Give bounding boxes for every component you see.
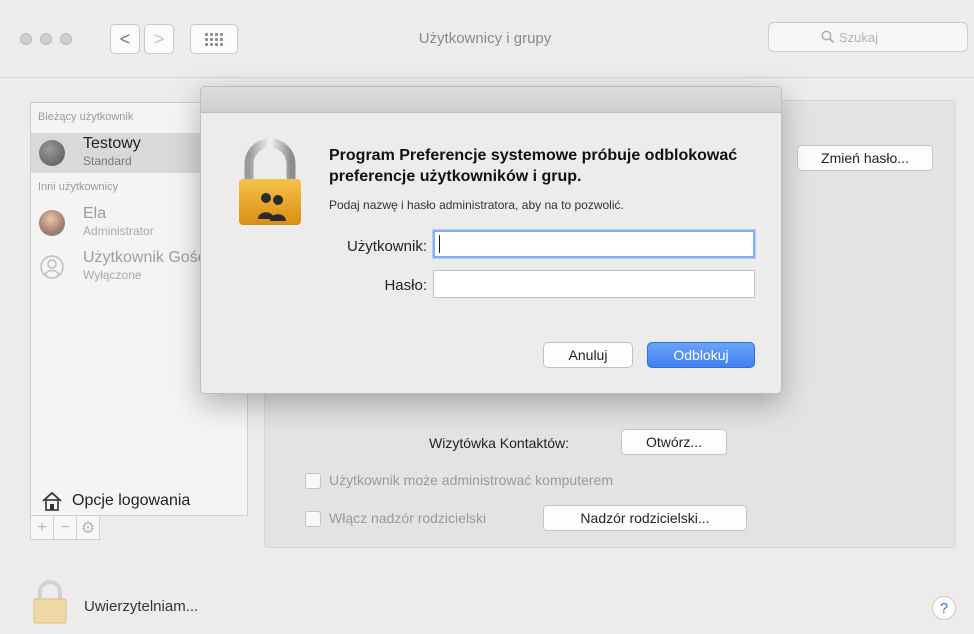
search-field[interactable]: Szukaj (768, 22, 968, 52)
user-name: Ela (83, 205, 107, 222)
sidebar-toolbar: + − ⚙ (30, 516, 100, 540)
contact-card-label: Wizytówka Kontaktów: (429, 435, 570, 451)
password-label: Hasło: (384, 277, 427, 294)
auth-status-text: Uwierzytelniam... (84, 598, 199, 615)
admin-checkbox-label: Użytkownik może administrować komputerem (329, 472, 613, 488)
house-icon (42, 491, 62, 511)
grid-icon (205, 32, 223, 46)
user-name: Testowy (83, 135, 141, 152)
login-options-item[interactable]: Opcje logowania (31, 485, 247, 517)
password-field[interactable] (433, 270, 755, 298)
dialog-title: Program Preferencje systemowe próbuje od… (329, 147, 738, 185)
parental-controls-checkbox[interactable] (305, 511, 321, 527)
chevron-left-icon: < (119, 28, 131, 49)
unlock-button[interactable]: Odblokuj (647, 342, 755, 368)
forward-button[interactable]: > (144, 24, 174, 54)
username-label: Użytkownik: (346, 238, 427, 255)
chevron-right-icon: > (153, 28, 165, 49)
search-icon (821, 30, 835, 44)
user-name: Użytkownik Gość (83, 249, 206, 266)
question-icon: ? (939, 599, 949, 617)
action-menu-button[interactable]: ⚙ (76, 516, 100, 540)
window-titlebar: < > Użytkownicy i grupy Szukaj (0, 0, 974, 78)
avatar (39, 210, 65, 236)
lock-icon[interactable] (28, 578, 72, 624)
user-role: Administrator (83, 224, 154, 238)
parental-controls-label: Włącz nadzór rodzicielski (329, 510, 487, 526)
plus-icon: + (37, 518, 47, 536)
add-user-button[interactable]: + (30, 516, 54, 540)
help-button[interactable]: ? (932, 596, 956, 620)
current-user-header: Bieżący użytkownik (38, 111, 134, 123)
other-users-header: Inni użytkownicy (38, 181, 119, 193)
username-field[interactable] (433, 230, 755, 258)
minimize-window-button[interactable] (40, 33, 52, 45)
login-options-label: Opcje logowania (72, 492, 191, 509)
search-placeholder: Szukaj (839, 29, 879, 45)
gear-icon: ⚙ (80, 519, 96, 537)
show-all-button[interactable] (190, 24, 238, 54)
padlock-users-icon (239, 138, 301, 225)
guest-user-icon (40, 255, 64, 279)
parental-controls-button[interactable]: Nadzór rodzicielski... (543, 505, 747, 531)
admin-checkbox[interactable] (305, 473, 321, 489)
minus-icon: − (60, 518, 70, 536)
back-button[interactable]: < (110, 24, 140, 54)
change-password-button[interactable]: Zmień hasło... (797, 145, 933, 171)
authentication-dialog: Program Preferencje systemowe próbuje od… (200, 86, 782, 394)
user-role: Standard (83, 154, 132, 168)
zoom-window-button[interactable] (60, 33, 72, 45)
window-title: Użytkownicy i grupy (418, 30, 552, 47)
remove-user-button[interactable]: − (53, 516, 77, 540)
user-role: Wyłączone (83, 268, 142, 282)
cancel-button[interactable]: Anuluj (543, 342, 633, 368)
dialog-subtitle: Podaj nazwę i hasło administratora, aby … (329, 198, 624, 212)
text-caret (439, 235, 440, 253)
avatar (39, 140, 65, 166)
close-window-button[interactable] (20, 33, 32, 45)
dialog-header (201, 87, 781, 113)
open-contact-button[interactable]: Otwórz... (621, 429, 727, 455)
